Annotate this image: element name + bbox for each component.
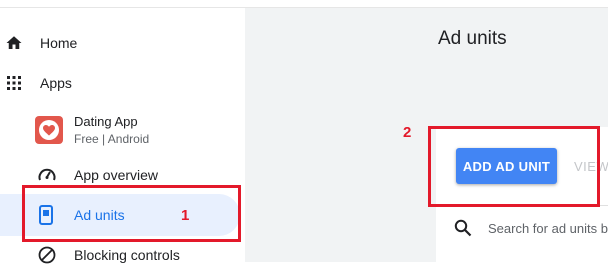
sidebar-item-label: App overview [74,167,159,183]
top-bar [0,0,608,8]
app-name: Dating App [74,114,138,129]
page-title: Ad units [438,28,507,49]
sidebar-item-label: Apps [40,75,72,91]
annotation-box-2 [428,126,600,207]
apps-grid-icon [6,75,22,91]
sidebar-item-label: Blocking controls [74,247,180,263]
home-icon [5,34,23,52]
sidebar-item-home[interactable]: Home [0,30,245,56]
speedometer-icon [37,165,57,185]
sidebar-item-label: Home [40,35,78,51]
search-input[interactable] [488,221,608,236]
annotation-marker-2: 2 [403,124,412,141]
annotation-box-1 [22,185,241,242]
sidebar-item-apps[interactable]: Apps [0,70,245,96]
annotation-marker-1: 1 [181,207,190,224]
sidebar-item-dating-app[interactable]: Dating App Free | Android [0,112,245,148]
search-icon[interactable] [454,219,472,237]
heart-app-icon [35,116,63,144]
block-icon [38,246,56,264]
app-meta: Free | Android [74,132,150,146]
